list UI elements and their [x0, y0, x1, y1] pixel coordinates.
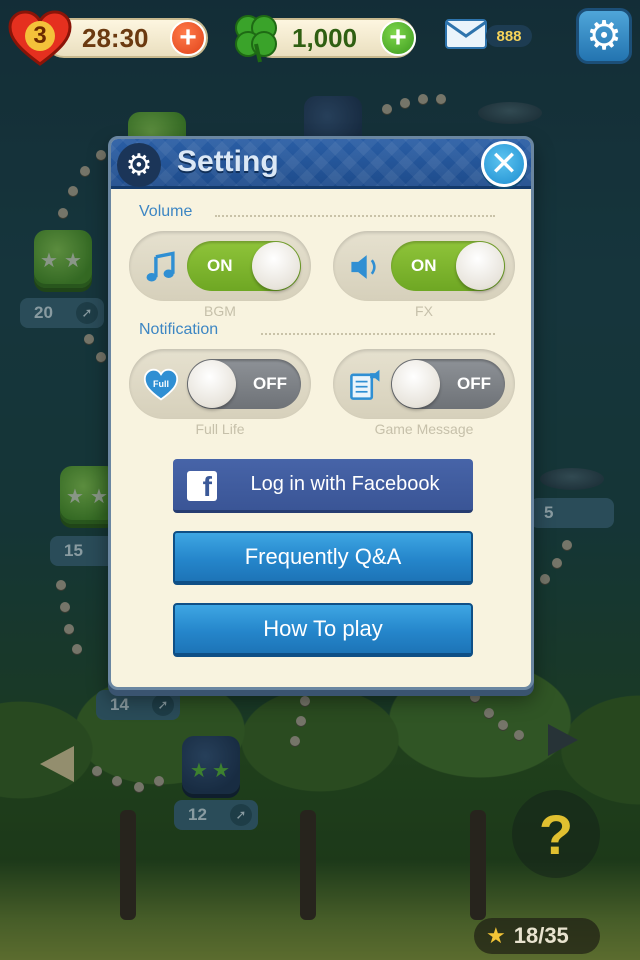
section-divider: [261, 333, 495, 335]
dialog-header: ⚙ Setting ✕: [111, 139, 531, 189]
lives-timer: 28:30: [82, 22, 149, 53]
game-message-caption: Game Message: [374, 421, 474, 437]
full-life-caption: Full Life: [195, 421, 245, 437]
facebook-login-label: Log in with Facebook: [250, 473, 440, 495]
fx-switch[interactable]: ON: [391, 241, 505, 291]
facebook-icon: f: [187, 471, 217, 501]
how-to-play-label: How To play: [263, 616, 383, 641]
bgm-caption: BGM: [204, 303, 236, 319]
add-clovers-button[interactable]: +: [380, 20, 416, 56]
add-lives-button[interactable]: +: [170, 20, 206, 56]
full-life-toggle-card: Full OFF: [129, 349, 311, 419]
lives-count: 3: [25, 21, 55, 51]
star-progress: ★ 18/35: [474, 918, 600, 954]
dialog-title: Setting: [177, 145, 279, 178]
fx-switch-state: ON: [411, 256, 437, 275]
volume-section-label: Volume: [139, 203, 193, 220]
notification-section-label: Notification: [139, 321, 219, 338]
switch-knob[interactable]: [456, 242, 504, 290]
help-button[interactable]: ?: [512, 790, 600, 878]
full-life-heart-icon: Full: [141, 365, 181, 405]
bgm-toggle-card: ON: [129, 231, 311, 301]
settings-dialog: ⚙ Setting ✕ Volume ON BGM ON FX Notifica…: [108, 136, 534, 690]
heart-icon: 3: [8, 10, 72, 66]
clover-count: 1,000: [292, 22, 358, 53]
full-life-switch[interactable]: OFF: [187, 359, 301, 409]
star-icon: ★: [486, 923, 506, 948]
top-hud: 28:30 3 + 1,000 + 888 ⚙: [0, 0, 640, 80]
how-to-play-button[interactable]: How To play: [173, 603, 473, 657]
faq-button[interactable]: Frequently Q&A: [173, 531, 473, 585]
facebook-login-button[interactable]: f Log in with Facebook: [173, 459, 473, 513]
section-divider: [215, 215, 495, 217]
star-progress-count: 18/35: [513, 923, 569, 948]
faq-label: Frequently Q&A: [244, 544, 402, 569]
full-life-switch-state: OFF: [253, 374, 287, 393]
switch-knob[interactable]: [252, 242, 300, 290]
fx-caption: FX: [415, 303, 433, 319]
gear-icon: ⚙: [586, 14, 622, 58]
switch-knob[interactable]: [188, 360, 236, 408]
settings-button[interactable]: ⚙: [576, 8, 632, 64]
speaker-icon: [345, 247, 385, 287]
switch-knob[interactable]: [392, 360, 440, 408]
music-note-icon: [141, 247, 181, 287]
bgm-switch-state: ON: [207, 256, 233, 275]
game-message-icon: [345, 365, 385, 405]
clover-icon: [230, 12, 282, 64]
game-message-switch[interactable]: OFF: [391, 359, 505, 409]
close-button[interactable]: ✕: [481, 141, 527, 187]
mail-count: 888: [486, 25, 532, 47]
game-message-toggle-card: OFF: [333, 349, 515, 419]
gear-icon: ⚙: [117, 143, 161, 187]
game-message-switch-state: OFF: [457, 374, 491, 393]
full-life-icon-text: Full: [153, 379, 169, 389]
fx-toggle-card: ON: [333, 231, 515, 301]
mail-icon[interactable]: [444, 18, 488, 50]
bgm-switch[interactable]: ON: [187, 241, 301, 291]
question-mark-icon: ?: [538, 802, 574, 866]
